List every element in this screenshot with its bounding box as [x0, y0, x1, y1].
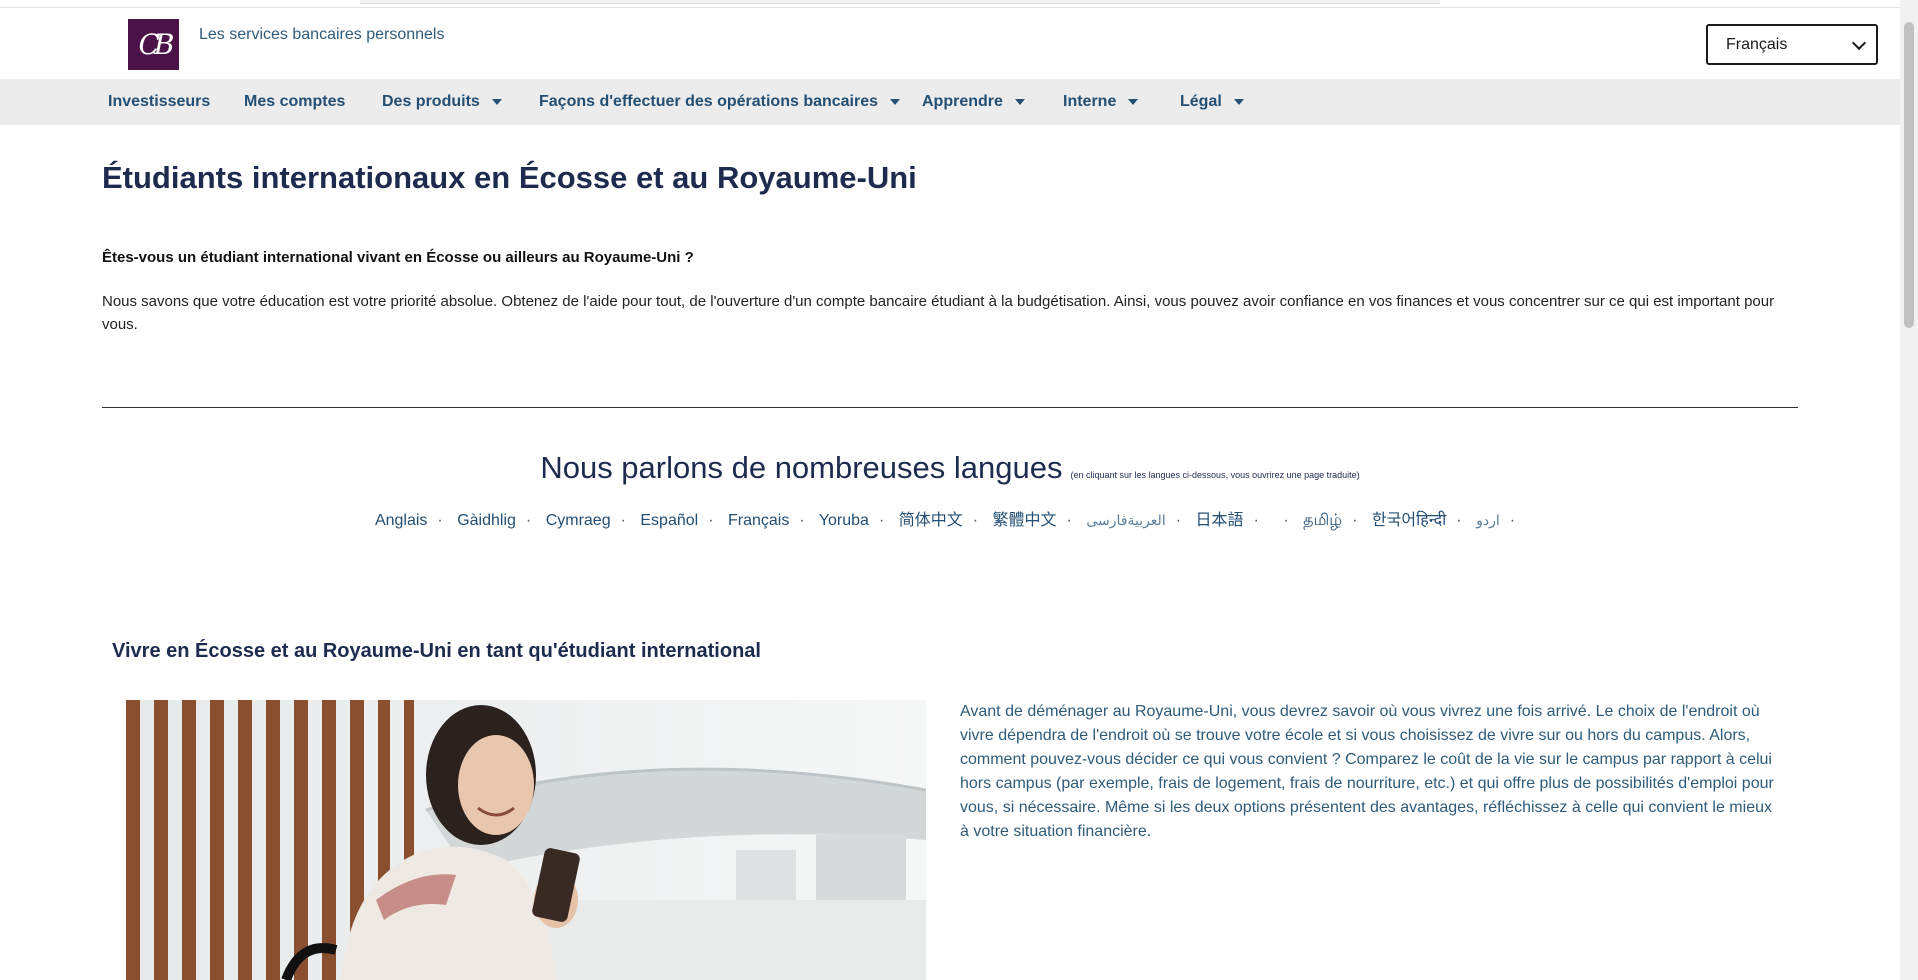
separator: ·: [1283, 512, 1289, 529]
page-title: Étudiants internationaux en Écosse et au…: [102, 160, 917, 195]
separator: ·: [799, 512, 805, 529]
separator: ·: [1352, 512, 1358, 529]
nav-item-label: Apprendre: [922, 93, 1003, 110]
chevron-down-icon: [1851, 35, 1867, 50]
separator: ·: [878, 512, 885, 529]
site-header: CB Les services bancaires personnels Fra…: [0, 8, 1900, 79]
nav-item-investisseurs[interactable]: Investisseurs: [108, 79, 210, 125]
address-bar-remnant: [360, 0, 1440, 4]
languages-title: Nous parlons de nombreuses langues: [540, 450, 1063, 485]
nav-item-label: Interne: [1063, 93, 1117, 110]
separator: ·: [620, 512, 626, 529]
language-link[interactable]: 繁體中文: [993, 512, 1057, 529]
nav-item-label: Mes comptes: [244, 93, 346, 110]
language-link[interactable]: Français: [728, 512, 789, 529]
nav-item-apprendre[interactable]: Apprendre: [922, 79, 1025, 125]
language-link[interactable]: 한국어हिन्दी: [1372, 512, 1446, 529]
nav-item-des-produits[interactable]: Des produits: [382, 79, 502, 125]
nav-item-interne[interactable]: Interne: [1063, 79, 1139, 125]
separator: ·: [1175, 512, 1182, 529]
nav-item-mes-comptes[interactable]: Mes comptes: [244, 79, 345, 125]
language-link[interactable]: Cymraeg: [546, 512, 611, 529]
language-link[interactable]: Yoruba: [819, 512, 869, 529]
caret-down-icon: [1014, 99, 1025, 105]
language-link[interactable]: 日本語: [1196, 512, 1244, 529]
caret-down-icon: [491, 99, 502, 105]
language-link[interactable]: Gàidhlig: [457, 512, 516, 529]
language-link[interactable]: தமிழ்: [1303, 512, 1342, 529]
language-link[interactable]: العربيةفارسی: [1086, 512, 1165, 528]
nav-item-legal[interactable]: Légal: [1180, 79, 1244, 125]
nav-item-label: Façons d'effectuer des opérations bancai…: [539, 93, 879, 110]
student-with-phone-photo: [126, 700, 926, 980]
photo-illustration: [126, 700, 926, 980]
separator: ·: [1509, 512, 1516, 529]
separator: ·: [1456, 512, 1462, 529]
section-paragraph: Avant de déménager au Royaume-Uni, vous …: [960, 703, 1774, 840]
section-divider: [102, 407, 1798, 408]
separator: ·: [525, 512, 532, 529]
intro-question: Êtes-vous un étudiant international viva…: [102, 249, 694, 266]
bank-logo[interactable]: CB: [128, 19, 179, 70]
main-nav: Investisseurs Mes comptes Des produits F…: [0, 79, 1900, 125]
nav-item-label: Des produits: [382, 93, 480, 110]
language-link[interactable]: 简体中文: [899, 512, 963, 529]
separator: ·: [437, 512, 443, 529]
logo-letters: CB: [138, 28, 175, 61]
scrollbar-thumb[interactable]: [1904, 22, 1914, 328]
vertical-scrollbar[interactable]: [1900, 0, 1918, 980]
nav-item-facons-operations[interactable]: Façons d'effectuer des opérations bancai…: [539, 79, 901, 125]
languages-heading: Nous parlons de nombreuses langues (en cl…: [0, 450, 1900, 486]
separator: ·: [1253, 512, 1259, 529]
nav-item-label: Légal: [1180, 93, 1222, 110]
separator: ·: [972, 512, 979, 529]
caret-down-icon: [890, 99, 901, 105]
intro-paragraph: Nous savons que votre éducation est votr…: [102, 293, 1775, 333]
language-links: Anglais · Gàidhlig · Cymraeg · Español · Fra…: [0, 506, 1900, 531]
separator: ·: [1066, 512, 1072, 529]
browser-top-strip: [0, 0, 1900, 8]
site-tagline: Les services bancaires personnels: [199, 26, 445, 43]
language-select[interactable]: Français: [1706, 24, 1878, 65]
caret-down-icon: [1128, 99, 1139, 105]
section-title: Vivre en Écosse et au Royaume-Uni en tan…: [112, 640, 761, 662]
language-select-value: Français: [1726, 35, 1788, 53]
language-link[interactable]: Anglais: [375, 512, 427, 529]
language-link[interactable]: اردو: [1476, 512, 1500, 528]
separator: ·: [708, 512, 714, 529]
caret-down-icon: [1233, 99, 1244, 105]
nav-item-label: Investisseurs: [108, 93, 211, 110]
language-link[interactable]: Español: [640, 512, 698, 529]
languages-note: (en cliquant sur les langues ci-dessous,…: [1070, 470, 1360, 480]
